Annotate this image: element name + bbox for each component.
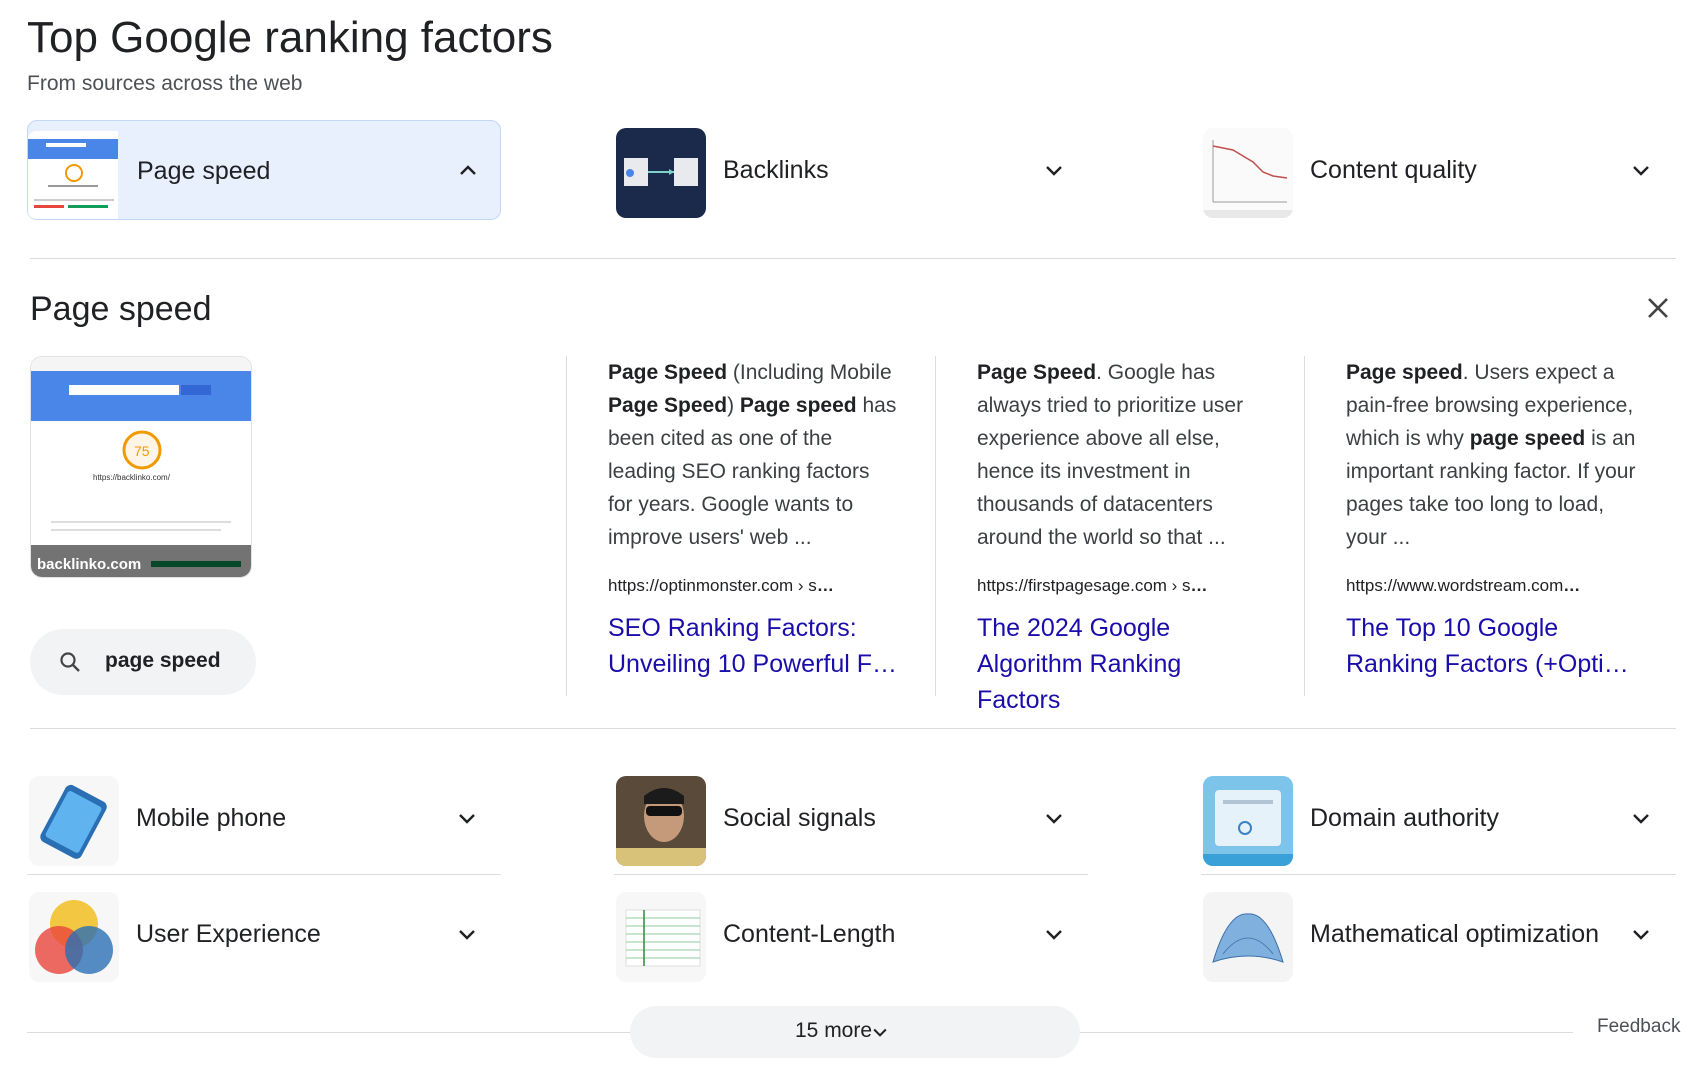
divider (1201, 874, 1676, 875)
chevron-down-icon (1046, 166, 1062, 176)
show-more-label: 15 more (795, 1019, 873, 1042)
image-url-text: https://backlinko.com/ (93, 473, 170, 482)
chip-mathematical-optimization[interactable]: Mathematical optimization (1201, 884, 1675, 984)
social-signals-photo-thumbnail (616, 776, 706, 866)
feedback-link[interactable]: Feedback (1597, 1016, 1680, 1038)
column-divider (566, 356, 567, 696)
mobile-phone-thumbnail (29, 776, 119, 866)
page-speed-thumbnail (28, 131, 118, 219)
source-snippet: Page Speed. Google has always tried to p… (977, 361, 1244, 549)
chip-label: Mobile phone (136, 804, 287, 832)
chevron-down-icon (873, 1028, 887, 1037)
image-score: 75 (134, 443, 150, 459)
more-dots: … (1190, 576, 1210, 595)
chip-label: Content quality (1310, 156, 1477, 184)
chip-page-speed[interactable]: Page speed (27, 120, 501, 220)
chevron-down-icon (1633, 814, 1649, 824)
divider (27, 874, 501, 875)
chevron-down-icon (1633, 166, 1649, 176)
chip-mobile-phone[interactable]: Mobile phone (27, 768, 501, 868)
image-source-caption: backlinko.com (37, 556, 142, 573)
content-length-chart-thumbnail (616, 892, 706, 982)
chip-domain-authority[interactable]: Domain authority (1201, 768, 1675, 868)
chip-backlinks[interactable]: Backlinks (614, 120, 1088, 220)
chevron-up-icon (460, 165, 476, 175)
more-dots: … (816, 576, 836, 595)
chip-social-signals[interactable]: Social signals (614, 768, 1088, 868)
source-link[interactable]: The Top 10 Google Ranking Factors (+Opti… (1346, 610, 1646, 682)
chip-label: User Experience (136, 920, 321, 948)
source-snippet: Page speed. Users expect a pain-free bro… (1346, 361, 1636, 549)
source-snippet: Page Speed (Including Mobile Page Speed)… (608, 361, 897, 549)
chip-content-quality[interactable]: Content quality (1201, 120, 1675, 220)
chevron-down-icon (1046, 930, 1062, 940)
source-url: https://firstpagesage.com › s (977, 576, 1191, 595)
chip-label: Mathematical optimization (1310, 920, 1600, 948)
divider (30, 728, 1676, 729)
chip-label: Content-Length (723, 920, 896, 948)
chip-label: Domain authority (1310, 804, 1499, 832)
chevron-down-icon (459, 814, 475, 824)
source-url: https://optinmonster.com › s (608, 576, 817, 595)
show-more-button[interactable]: 15 more (630, 1006, 1080, 1058)
chevron-down-icon (459, 930, 475, 940)
more-dots: … (1563, 576, 1583, 595)
panel-image[interactable]: https://backlinko.com/ 75 backlinko.com (30, 356, 252, 578)
source-link[interactable]: SEO Ranking Factors: Unveiling 10 Powerf… (608, 610, 898, 682)
column-divider (935, 356, 936, 696)
source-cite[interactable]: https://firstpagesage.com › s… (977, 576, 1267, 596)
close-icon[interactable] (1640, 290, 1676, 326)
source-cite[interactable]: https://optinmonster.com › s… (608, 576, 898, 596)
source-cite[interactable]: https://www.wordstream.com… (1346, 576, 1646, 596)
chip-label: Backlinks (723, 156, 829, 184)
domain-authority-thumbnail (1203, 776, 1293, 866)
panel-title: Page speed (30, 290, 212, 328)
pagespeed-insights-screenshot (31, 357, 251, 577)
source-card: Page speed. Users expect a pain-free bro… (1346, 356, 1646, 682)
source-link[interactable]: The 2024 Google Algorithm Ranking Factor… (977, 610, 1267, 718)
source-card: Page Speed (Including Mobile Page Speed)… (608, 356, 898, 682)
content-quality-chart-thumbnail (1203, 128, 1293, 218)
search-query-text: page speed (105, 649, 221, 672)
search-query-chip[interactable]: page speed (30, 629, 256, 695)
chip-label: Social signals (723, 804, 876, 832)
search-icon (60, 652, 80, 672)
divider (614, 874, 1088, 875)
chip-content-length[interactable]: Content-Length (614, 884, 1088, 984)
3d-surface-plot-thumbnail (1203, 892, 1293, 982)
chevron-down-icon (1046, 814, 1062, 824)
backlinks-thumbnail (616, 128, 706, 218)
column-divider (1304, 356, 1305, 696)
chevron-down-icon (1633, 930, 1649, 940)
source-url: https://www.wordstream.com (1346, 576, 1564, 595)
source-card: Page Speed. Google has always tried to p… (977, 356, 1267, 718)
chip-label: Page speed (137, 157, 271, 185)
chip-user-experience[interactable]: User Experience (27, 884, 501, 984)
page-subtitle: From sources across the web (27, 72, 303, 95)
venn-diagram-thumbnail (29, 892, 119, 982)
divider (30, 258, 1676, 259)
page-title: Top Google ranking factors (27, 13, 553, 62)
